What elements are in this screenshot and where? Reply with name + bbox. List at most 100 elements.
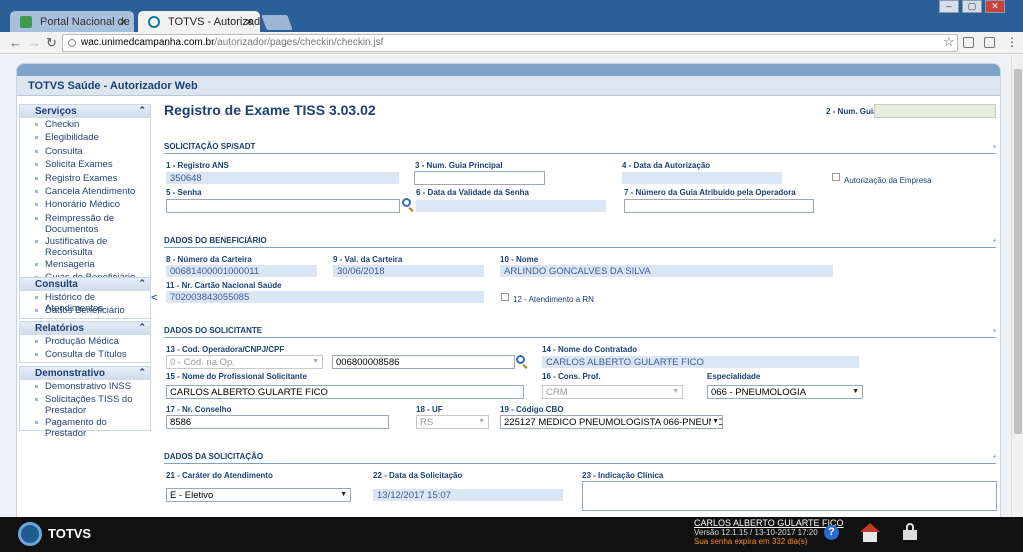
app-title: TOTVS Saúde - Autorizador Web [17, 76, 1000, 96]
sidebar-group-header[interactable]: Relatórios ⌃ [20, 322, 150, 335]
footer-user-link[interactable]: CARLOS ALBERTO GULARTE FICO [694, 518, 844, 528]
top-strip [17, 64, 1000, 76]
guia-operadora-input[interactable] [624, 199, 814, 213]
collapse-caret-icon[interactable]: ⌃ [138, 278, 146, 289]
help-icon[interactable]: ? [824, 525, 839, 540]
indicacao-textarea[interactable] [582, 481, 997, 511]
uf-select[interactable]: RS ▼ [416, 415, 489, 429]
chevron-down-icon: ▼ [478, 418, 485, 425]
profissional-label: 15 - Nome do Profissional Solicitante [166, 372, 307, 381]
forward-arrow-icon[interactable]: → [28, 35, 41, 50]
sidebar-item-pagamento-prestador[interactable]: Pagamento do Prestador [20, 416, 150, 439]
sidebar-item-label: Registro Exames [45, 172, 118, 184]
sidebar-item-demonstrativo-inss[interactable]: Demonstrativo INSS [20, 380, 150, 393]
cod-operadora-label: 13 - Cod. Operadora/CNPJ/CPF [166, 345, 285, 354]
cod-operadora-input[interactable]: 006800008586 [332, 355, 515, 369]
page-scrollbar[interactable] [1011, 55, 1023, 517]
cbo-select[interactable]: 225127 MEDICO PNEUMOLOGISTA 066-PNEUMOLO… [500, 415, 723, 429]
section-title: DADOS DO SOLICITANTE [164, 326, 263, 335]
sidebar-item-historico[interactable]: Histórico de Atendimentos [20, 291, 150, 314]
sidebar-item-label: Consulta [45, 145, 83, 157]
section-toggle-icon[interactable]: ▪ [993, 452, 996, 461]
sidebar-item-solicita-exames[interactable]: Solicita Exames [20, 158, 150, 171]
section-toggle-icon[interactable]: ▪ [993, 326, 996, 335]
group-title: Demonstrativo [35, 368, 106, 379]
val-carteira-field: 30/06/2018 [333, 265, 484, 277]
sidebar-item-label: Solicitações TISS do Prestador [45, 394, 133, 417]
sidebar-item-consulta-titulos[interactable]: Consulta de Títulos [20, 348, 150, 361]
url-input[interactable]: wac.unimedcampanha.com.br/autorizador/pa… [62, 34, 958, 52]
page-title: Registro de Exame TISS 3.03.02 [164, 102, 376, 118]
profissional-input[interactable]: CARLOS ALBERTO GULARTE FICO [166, 385, 524, 399]
extension-icon[interactable] [963, 37, 974, 48]
sidebar-item-label: Demonstrativo INSS [45, 381, 132, 392]
sidebar-item-label: Consulta de Títulos [45, 349, 127, 361]
guia-operadora-label: 7 - Número da Guia Atribuído pela Operad… [624, 188, 796, 197]
guia-principal-input[interactable] [414, 171, 545, 185]
maximize-button[interactable]: ▢ [962, 0, 982, 13]
carater-select[interactable]: E - Eletivo ▼ [166, 488, 351, 502]
sidebar-item-reimpressao[interactable]: Reimpressão de Documentos [20, 212, 150, 235]
bookmark-star-icon[interactable]: ☆ [943, 34, 955, 50]
sidebar-group-header[interactable]: Consulta ⌃ [20, 278, 150, 291]
lock-icon[interactable] [903, 523, 917, 541]
sidebar-item-mensageria[interactable]: Mensageria [20, 258, 150, 271]
cbo-label: 19 - Código CBO [500, 405, 564, 414]
close-window-button[interactable]: ✕ [985, 0, 1005, 13]
senha-label: 5 - Senha [166, 188, 202, 197]
collapse-caret-icon[interactable]: ⌃ [138, 105, 146, 116]
collapse-caret-icon[interactable]: ⌃ [138, 322, 146, 333]
sidebar-item-registro-exames[interactable]: Registro Exames [20, 172, 150, 185]
new-tab-button[interactable] [261, 15, 293, 30]
sidebar-group-header[interactable]: Serviços ⌃ [20, 105, 150, 118]
minimize-button[interactable]: – [939, 0, 959, 13]
sidebar-group-consulta: Consulta ⌃ Histórico de Atendimentos Dado… [19, 277, 151, 319]
home-icon[interactable] [860, 523, 880, 543]
cod-operadora-select[interactable]: 0 - Cód. na Op. ▼ [166, 355, 323, 369]
browser-tab-portal[interactable]: Portal Nacional de Saúde × [10, 11, 134, 32]
especialidade-select[interactable]: 066 - PNEUMOLOGIA ▼ [707, 385, 863, 399]
sidebar-item-label: Reimpressão de Documentos [45, 212, 115, 235]
section-toggle-icon[interactable]: ▪ [993, 236, 996, 245]
close-tab-icon[interactable]: × [119, 14, 127, 29]
sidebar-group-header[interactable]: Demonstrativo ⌃ [20, 367, 150, 380]
sidebar-item-cancela-atendimento[interactable]: Cancela Atendimento [20, 185, 150, 198]
totvs-logo-icon [18, 522, 42, 546]
scrollbar-thumb[interactable] [1014, 69, 1022, 434]
back-arrow-icon[interactable]: ← [9, 35, 22, 50]
url-host: wac.unimedcampanha.com.br [81, 37, 215, 48]
autorizacao-empresa-checkbox[interactable] [832, 173, 840, 181]
especialidade-label: Especialidade [707, 372, 761, 381]
sidebar-item-producao-medica[interactable]: Produção Médica [20, 335, 150, 348]
close-tab-icon[interactable]: × [245, 14, 253, 29]
reload-icon[interactable]: ↻ [46, 35, 57, 51]
browser-tab-bar: Portal Nacional de Saúde × TOTVS - Autor… [0, 0, 1023, 32]
collapse-sidebar-icon[interactable]: < [151, 292, 157, 304]
extension-icon[interactable] [984, 37, 995, 48]
senha-input[interactable] [166, 199, 400, 213]
sidebar-item-dados-beneficiario[interactable]: Dados Beneficiário [20, 304, 150, 317]
collapse-caret-icon[interactable]: ⌃ [138, 367, 146, 378]
info-icon[interactable] [68, 39, 76, 47]
autorizacao-empresa-label: Autorização da Empresa [844, 176, 932, 185]
footer-brand: TOTVS [48, 526, 92, 541]
section-toggle-icon[interactable]: ▪ [993, 142, 996, 151]
browser-menu-icon[interactable]: ⋮ [1006, 35, 1018, 49]
sidebar-item-justificativa[interactable]: Justificativa de Reconsulta [20, 235, 150, 258]
atendimento-rn-checkbox[interactable] [501, 293, 509, 301]
search-icon[interactable] [402, 198, 411, 207]
sidebar-item-elegibilidade[interactable]: Elegibilidade [20, 131, 150, 144]
footer-password-expire: Sua senha expira em 332 dia(s) [694, 537, 808, 546]
sidebar-item-solicitacoes-tiss[interactable]: Solicitações TISS do Prestador [20, 393, 150, 416]
sidebar-item-checkin[interactable]: Checkin [20, 118, 150, 131]
browser-tab-totvs[interactable]: TOTVS - Autorizador W × [138, 11, 260, 32]
nr-conselho-input[interactable]: 8586 [166, 415, 389, 429]
sidebar-item-consulta[interactable]: Consulta [20, 145, 150, 158]
search-icon[interactable] [516, 355, 525, 364]
sidebar-item-honorario-medico[interactable]: Honorário Médico [20, 198, 150, 211]
cons-prof-select[interactable]: CRM ▼ [542, 385, 683, 399]
cons-prof-label: 16 - Cons. Prof. [542, 372, 601, 381]
section-title: SOLICITAÇÃO SP/SADT [164, 142, 256, 151]
nr-conselho-label: 17 - Nr. Conselho [166, 405, 232, 414]
cns-label: 11 - Nr. Cartão Nacional Saúde [166, 281, 282, 290]
